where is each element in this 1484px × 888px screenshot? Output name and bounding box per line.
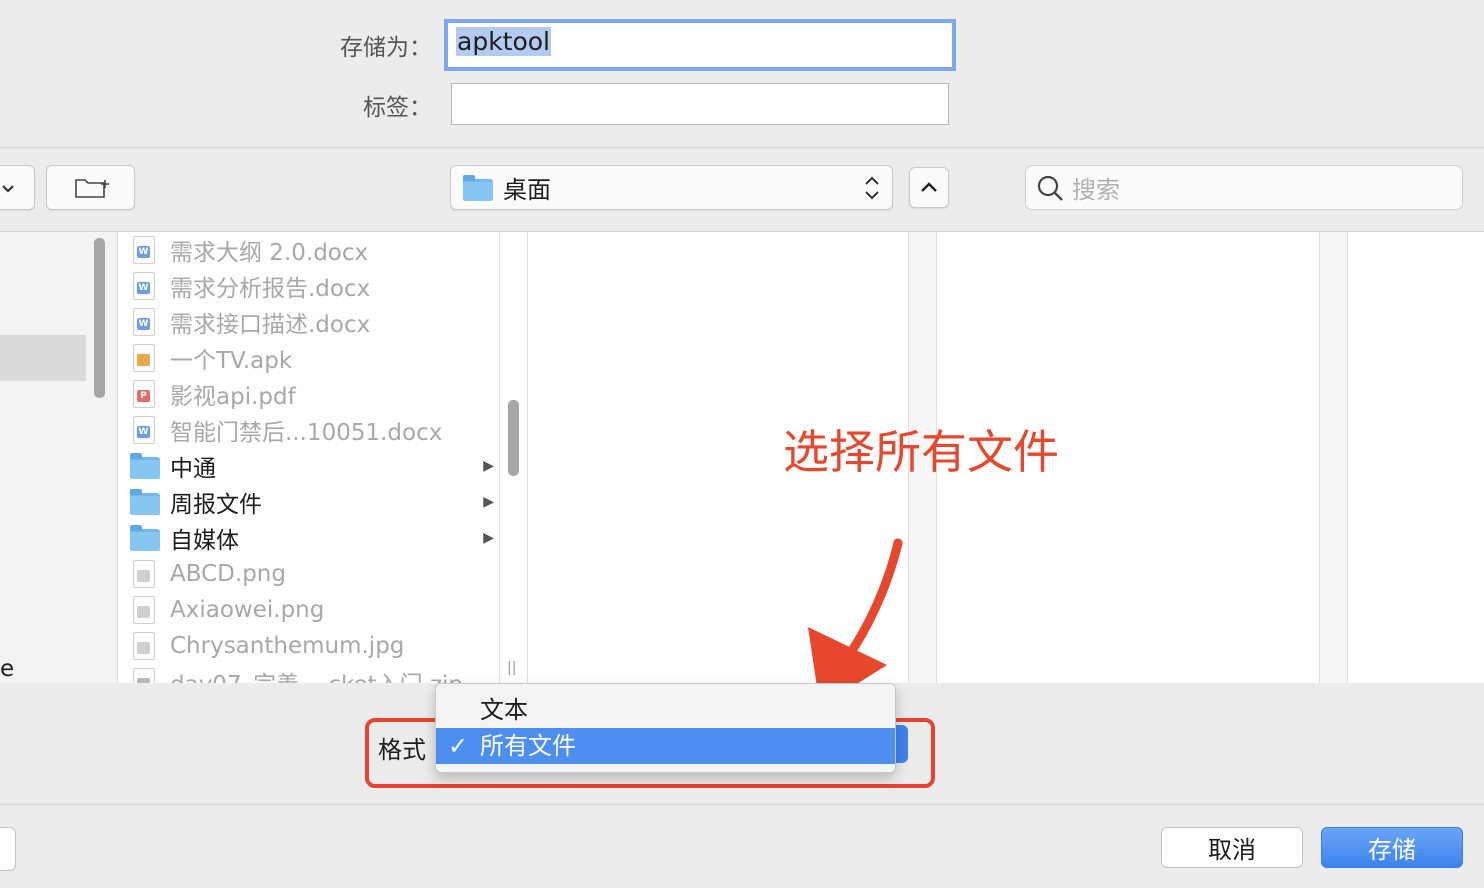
file-row[interactable]: Axiaowei.png xyxy=(130,592,500,628)
chevron-down-icon xyxy=(2,185,14,193)
file-name: 影视api.pdf xyxy=(170,384,296,410)
location-popup[interactable]: 桌面 xyxy=(450,165,893,210)
file-name: 智能门禁后...10051.docx xyxy=(170,420,443,446)
file-row[interactable]: W 需求大纲 2.0.docx xyxy=(130,232,500,268)
file-row[interactable]: P 影视api.pdf xyxy=(130,376,500,412)
file-name: Chrysanthemum.jpg xyxy=(170,633,405,659)
format-option-all-files[interactable]: ✓ 所有文件 xyxy=(436,728,895,764)
new-folder-icon xyxy=(75,179,109,198)
format-option-text[interactable]: 文本 xyxy=(436,692,895,728)
column-gap xyxy=(1320,232,1347,683)
folder-icon xyxy=(130,487,160,517)
desktop-folder-icon xyxy=(463,174,495,201)
column-divider xyxy=(1347,232,1348,683)
file-row[interactable]: W 需求接口描述.docx xyxy=(130,304,500,340)
file-name: day07_完善....cket入门.zip xyxy=(170,665,463,683)
sidebar-partial-label: e xyxy=(0,656,15,682)
file-name: 中通 xyxy=(170,456,216,482)
word-file-icon: W xyxy=(130,271,158,301)
zip-file-icon xyxy=(130,667,158,683)
image-file-icon xyxy=(130,631,158,661)
apk-file-icon xyxy=(130,343,158,373)
tags-input[interactable] xyxy=(451,83,949,125)
disclosure-arrow-icon: ▶ xyxy=(483,494,494,510)
checkmark-icon: ✓ xyxy=(448,732,469,760)
parent-folder-button[interactable] xyxy=(909,167,949,208)
file-name: 需求大纲 2.0.docx xyxy=(170,240,369,266)
pdf-file-icon: P xyxy=(130,379,158,409)
file-row[interactable]: 一个TV.apk xyxy=(130,340,500,376)
word-file-icon: W xyxy=(130,415,158,445)
sidebar-selected-item[interactable] xyxy=(0,335,86,381)
file-row[interactable]: W 需求分析报告.docx xyxy=(130,268,500,304)
file-row[interactable]: ABCD.png xyxy=(130,556,500,592)
save-as-input[interactable]: apktool xyxy=(444,19,956,71)
format-menu: 文本 ✓ 所有文件 xyxy=(435,683,896,773)
file-list-scrollbar[interactable] xyxy=(508,400,519,476)
word-file-icon: W xyxy=(130,235,158,265)
search-field[interactable]: 搜索 xyxy=(1025,165,1463,210)
cancel-button[interactable]: 取消 xyxy=(1161,827,1303,868)
save-as-value: apktool xyxy=(456,27,552,56)
options-button[interactable] xyxy=(0,827,16,871)
file-row[interactable]: W 智能门禁后...10051.docx xyxy=(130,412,500,448)
column-resize-handle[interactable]: || xyxy=(507,660,516,676)
search-placeholder: 搜索 xyxy=(1072,176,1120,204)
annotation-text: 选择所有文件 xyxy=(783,425,1059,479)
folder-row[interactable]: 自媒体 ▶ xyxy=(130,520,500,556)
sidebar: e xyxy=(0,232,118,683)
file-browser: e || W 需求大纲 2.0.docx W 需求分析报告.docx W 需求接口描述.d… xyxy=(0,231,1484,684)
image-file-icon xyxy=(130,559,158,589)
view-options-button[interactable] xyxy=(0,165,35,210)
word-file-icon: W xyxy=(130,307,158,337)
file-name: 需求分析报告.docx xyxy=(170,276,371,302)
save-as-label: 存储为： xyxy=(340,35,432,61)
disclosure-arrow-icon: ▶ xyxy=(483,458,494,474)
folder-row[interactable]: 中通 ▶ xyxy=(130,448,500,484)
image-file-icon xyxy=(130,595,158,625)
file-name: 自媒体 xyxy=(170,528,239,554)
disclosure-arrow-icon: ▶ xyxy=(483,530,494,546)
tags-label: 标签： xyxy=(363,95,432,121)
save-button[interactable]: 存储 xyxy=(1321,827,1463,868)
new-folder-button[interactable] xyxy=(46,165,135,210)
column-divider xyxy=(527,232,528,683)
folder-row[interactable]: 周报文件 ▶ xyxy=(130,484,500,520)
search-icon xyxy=(1037,175,1063,201)
location-label: 桌面 xyxy=(503,176,551,204)
folder-icon xyxy=(130,523,160,553)
file-name: ABCD.png xyxy=(170,561,286,587)
updown-arrows-icon xyxy=(865,176,879,200)
format-option-label: 所有文件 xyxy=(480,732,576,760)
format-option-label: 文本 xyxy=(480,696,528,724)
file-name: Axiaowei.png xyxy=(170,597,325,623)
file-name: 一个TV.apk xyxy=(170,348,293,374)
sidebar-scrollbar[interactable] xyxy=(94,238,105,398)
folder-icon xyxy=(130,451,160,481)
file-row[interactable]: Chrysanthemum.jpg xyxy=(130,628,500,664)
chevron-up-icon xyxy=(921,182,937,192)
save-dialog-header: 存储为： apktool 标签： xyxy=(0,0,1484,148)
format-label: 格式 xyxy=(378,736,426,764)
footer-divider xyxy=(0,804,1484,805)
file-row[interactable]: day07_完善....cket入门.zip xyxy=(130,664,500,683)
file-name: 需求接口描述.docx xyxy=(170,312,371,338)
file-name: 周报文件 xyxy=(170,492,262,518)
